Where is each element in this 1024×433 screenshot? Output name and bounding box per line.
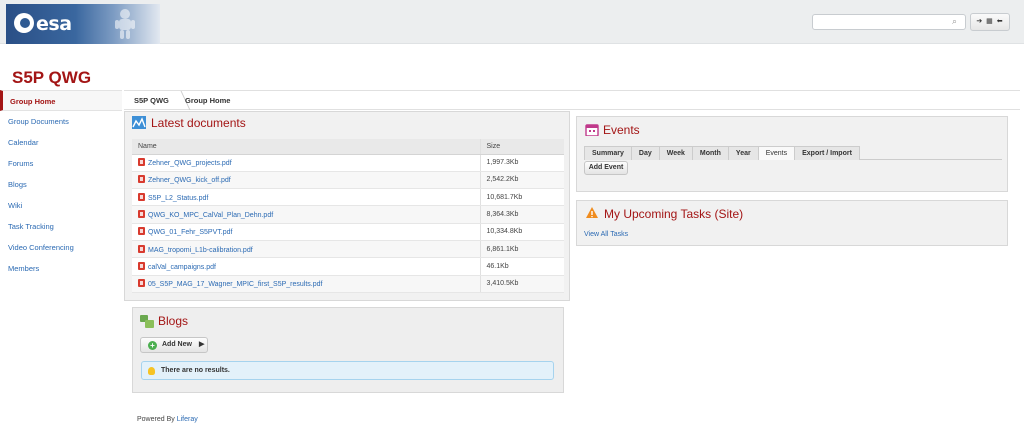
esa-logo-mark-icon (14, 13, 34, 33)
site-title: S5P QWG (12, 68, 92, 87)
tab-export-import[interactable]: Export / Import (794, 146, 860, 160)
breadcrumb-page[interactable]: Group Home (185, 96, 230, 105)
powered-by-text: Powered By (137, 416, 175, 423)
pdf-icon (138, 244, 145, 253)
breadcrumb: S5P QWG Group Home (124, 90, 1020, 110)
nav-item-group-home[interactable]: Group Home (0, 90, 122, 111)
tasks-title: My Upcoming Tasks (Site) (604, 207, 744, 221)
tab-summary[interactable]: Summary (584, 146, 632, 160)
document-link[interactable]: S5P_L2_Status.pdf (148, 195, 208, 202)
search-icon[interactable]: ⌕ (952, 16, 963, 27)
pdf-icon (138, 279, 145, 288)
document-link[interactable]: 05_S5P_MAG_17_Wagner_MPIC_first_S5P_resu… (148, 281, 322, 288)
add-icon: + (148, 341, 157, 350)
documents-table: Name Size Zehner_QWG_projects.pdf 1,997.… (132, 139, 564, 293)
tab-day[interactable]: Day (630, 146, 660, 160)
left-navigation: Group Home Group Documents Calendar Foru… (0, 90, 122, 279)
add-new-label: Add New (162, 341, 192, 348)
document-size: 2,542.2Kb (479, 171, 564, 190)
astronaut-figure-icon (115, 9, 135, 39)
table-row: 05_S5P_MAG_17_Wagner_MPIC_first_S5P_resu… (132, 275, 564, 293)
column-header-name[interactable]: Name (132, 139, 480, 155)
top-bar: esa ⌕ ➔ ▦ ⬅ (0, 0, 1024, 44)
tab-events[interactable]: Events (757, 146, 796, 160)
column-header-size[interactable]: Size (479, 139, 564, 155)
document-size: 3,410.5Kb (479, 275, 564, 293)
table-row: MAG_tropomi_L1b-calibration.pdf 6,861.1K… (132, 240, 564, 259)
nav-item-wiki[interactable]: Wiki (0, 195, 122, 216)
tab-week[interactable]: Week (658, 146, 693, 160)
table-row: S5P_L2_Status.pdf 10,681.7Kb (132, 188, 564, 207)
pdf-icon (138, 261, 145, 270)
blogs-icon (140, 315, 154, 328)
footer: Powered By Liferay (137, 416, 198, 423)
pdf-icon (138, 158, 145, 167)
document-size: 6,861.1Kb (479, 240, 564, 259)
document-link[interactable]: QWG_01_Fehr_S5PVT.pdf (148, 229, 232, 236)
add-new-blog-button[interactable]: + Add New ▶ (140, 337, 208, 353)
add-event-button[interactable]: Add Event (584, 161, 628, 175)
calendar-icon (585, 124, 599, 136)
document-link[interactable]: QWG_KO_MPC_CalVal_Plan_Dehn.pdf (148, 212, 273, 219)
document-link[interactable]: Zehner_QWG_kick_off.pdf (148, 177, 231, 184)
latest-documents-title: Latest documents (151, 116, 246, 130)
caret-right-icon: ▶ (199, 341, 205, 348)
view-all-tasks-link[interactable]: View All Tasks (584, 231, 628, 238)
nav-item-group-documents[interactable]: Group Documents (0, 111, 122, 132)
dock-menu-button[interactable]: ➔ ▦ ⬅ (970, 13, 1010, 31)
tab-month[interactable]: Month (691, 146, 729, 160)
document-link[interactable]: calVal_campaigns.pdf (148, 264, 216, 271)
pdf-icon (138, 210, 145, 219)
search-input[interactable] (812, 14, 966, 30)
nav-item-task-tracking[interactable]: Task Tracking (0, 216, 122, 237)
logo-text: esa (36, 13, 72, 35)
lightbulb-icon (148, 367, 155, 375)
events-title: Events (603, 123, 640, 137)
pdf-icon (138, 175, 145, 184)
nav-item-blogs[interactable]: Blogs (0, 174, 122, 195)
table-row: Zehner_QWG_projects.pdf 1,997.3Kb (132, 154, 564, 172)
no-results-text: There are no results. (161, 367, 230, 374)
documents-chart-icon (132, 116, 146, 129)
document-link[interactable]: Zehner_QWG_projects.pdf (148, 160, 232, 167)
events-tabs: Summary Day Week Month Year Events Expor… (584, 146, 1002, 160)
nav-item-forums[interactable]: Forums (0, 153, 122, 174)
no-results-message: There are no results. (141, 361, 554, 380)
document-size: 10,681.7Kb (479, 188, 564, 207)
pdf-icon (138, 192, 145, 201)
blogs-title: Blogs (158, 314, 189, 328)
esa-logo[interactable]: esa (6, 4, 160, 44)
tab-year[interactable]: Year (727, 146, 759, 160)
table-row: QWG_01_Fehr_S5PVT.pdf 10,334.8Kb (132, 223, 564, 241)
document-link[interactable]: MAG_tropomi_L1b-calibration.pdf (148, 247, 253, 254)
nav-item-calendar[interactable]: Calendar (0, 132, 122, 153)
document-size: 10,334.8Kb (479, 223, 564, 241)
table-row: calVal_campaigns.pdf 46.1Kb (132, 257, 564, 276)
document-size: 46.1Kb (479, 257, 564, 276)
breadcrumb-site[interactable]: S5P QWG (134, 96, 169, 105)
document-size: 8,364.3Kb (479, 205, 564, 224)
table-row: Zehner_QWG_kick_off.pdf 2,542.2Kb (132, 171, 564, 190)
pdf-icon (138, 227, 145, 236)
nav-item-video-conferencing[interactable]: Video Conferencing (0, 237, 122, 258)
document-size: 1,997.3Kb (479, 154, 564, 172)
table-row: QWG_KO_MPC_CalVal_Plan_Dehn.pdf 8,364.3K… (132, 205, 564, 224)
liferay-link[interactable]: Liferay (177, 416, 198, 423)
nav-item-members[interactable]: Members (0, 258, 122, 279)
tasks-warning-icon (586, 207, 598, 218)
